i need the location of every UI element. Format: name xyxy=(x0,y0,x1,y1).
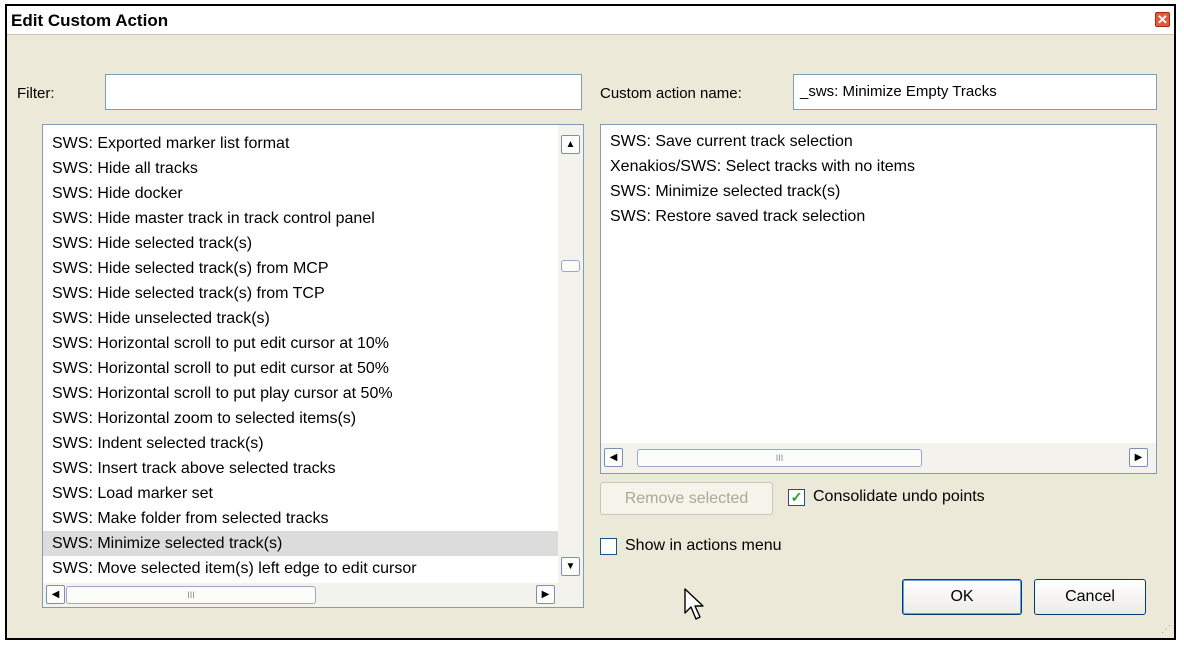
action-list-item[interactable]: SWS: Hide master track in track control … xyxy=(43,206,558,231)
action-list-item[interactable]: SWS: Hide unselected track(s) xyxy=(43,306,558,331)
checkmark-icon: ✓ xyxy=(790,489,803,505)
edit-custom-action-dialog: Edit Custom Action ✕ Filter: Custom acti… xyxy=(5,4,1176,640)
scroll-left-icon[interactable]: ◀ xyxy=(604,448,623,467)
scroll-left-icon[interactable]: ◀ xyxy=(46,585,65,604)
hscroll-thumb[interactable]: III xyxy=(66,586,316,604)
mouse-pointer-icon xyxy=(684,588,704,620)
close-icon[interactable]: ✕ xyxy=(1155,12,1170,27)
action-list-item[interactable]: SWS: Hide docker xyxy=(43,181,558,206)
action-list-item[interactable]: SWS: Move selected item(s) left edge to … xyxy=(43,556,558,581)
custom-list-hscroll[interactable]: ◀ III ▶ xyxy=(601,443,1156,473)
action-list-hscroll[interactable]: ◀ III ▶ xyxy=(43,583,583,607)
action-list-vscroll[interactable]: ▲ ▼ xyxy=(558,125,583,583)
custom-action-list-item[interactable]: Xenakios/SWS: Select tracks with no item… xyxy=(601,154,1156,179)
action-list-item[interactable]: SWS: Horizontal zoom to selected items(s… xyxy=(43,406,558,431)
custom-action-list-item[interactable]: SWS: Save current track selection xyxy=(601,129,1156,154)
scroll-right-icon[interactable]: ▶ xyxy=(536,585,555,604)
scroll-up-icon[interactable]: ▲ xyxy=(561,135,580,154)
action-list-item[interactable]: SWS: Hide selected track(s) from MCP xyxy=(43,256,558,281)
show-in-actions-menu-label: Show in actions menu xyxy=(625,537,782,554)
cancel-button[interactable]: Cancel xyxy=(1034,579,1146,615)
action-list-item[interactable]: SWS: Indent selected track(s) xyxy=(43,431,558,456)
action-list-item[interactable]: SWS: Load marker set xyxy=(43,481,558,506)
action-list-item[interactable]: SWS: Minimize selected track(s) xyxy=(43,531,558,556)
action-list-item[interactable]: SWS: Hide all tracks xyxy=(43,156,558,181)
action-list-item[interactable]: SWS: Horizontal scroll to put edit curso… xyxy=(43,356,558,381)
action-list-item[interactable]: SWS: Make folder from selected tracks xyxy=(43,506,558,531)
action-list-item[interactable]: SWS: Horizontal scroll to put play curso… xyxy=(43,381,558,406)
remove-selected-button[interactable]: Remove selected xyxy=(600,482,773,515)
consolidate-undo-label: Consolidate undo points xyxy=(813,488,985,505)
action-list-item[interactable]: SWS: Hide selected track(s) xyxy=(43,231,558,256)
ok-button[interactable]: OK xyxy=(902,579,1022,615)
action-list-rows: SWS: Exported marker list format SWS: Hid… xyxy=(43,131,558,581)
scroll-thumb[interactable] xyxy=(561,260,580,272)
action-list-item[interactable]: SWS: Exported marker list format xyxy=(43,131,558,156)
action-list-item[interactable]: SWS: Insert track above selected tracks xyxy=(43,456,558,481)
custom-action-list[interactable]: SWS: Save current track selection Xenakio… xyxy=(600,124,1157,474)
show-in-actions-menu-checkbox[interactable] xyxy=(600,538,617,555)
scroll-down-icon[interactable]: ▼ xyxy=(561,557,580,576)
custom-action-name-label: Custom action name: xyxy=(600,85,742,102)
custom-action-name-input[interactable]: _sws: Minimize Empty Tracks xyxy=(793,74,1157,110)
action-list-item[interactable]: SWS: Horizontal scroll to put edit curso… xyxy=(43,331,558,356)
filter-input[interactable] xyxy=(105,74,582,110)
scroll-right-icon[interactable]: ▶ xyxy=(1129,448,1148,467)
custom-action-list-item[interactable]: SWS: Minimize selected track(s) xyxy=(601,179,1156,204)
size-grip-icon[interactable]: ⋰ xyxy=(1161,624,1171,635)
custom-action-list-item[interactable]: SWS: Restore saved track selection xyxy=(601,204,1156,229)
action-list-item[interactable]: SWS: Hide selected track(s) from TCP xyxy=(43,281,558,306)
title-bar[interactable]: Edit Custom Action ✕ xyxy=(7,6,1174,35)
consolidate-undo-checkbox[interactable]: ✓ xyxy=(788,489,805,506)
filter-label: Filter: xyxy=(17,85,55,102)
hscroll-thumb[interactable]: III xyxy=(637,449,922,467)
custom-action-list-rows: SWS: Save current track selection Xenakio… xyxy=(601,129,1156,229)
action-list[interactable]: SWS: Exported marker list format SWS: Hid… xyxy=(42,124,584,608)
window-title: Edit Custom Action xyxy=(11,11,169,30)
